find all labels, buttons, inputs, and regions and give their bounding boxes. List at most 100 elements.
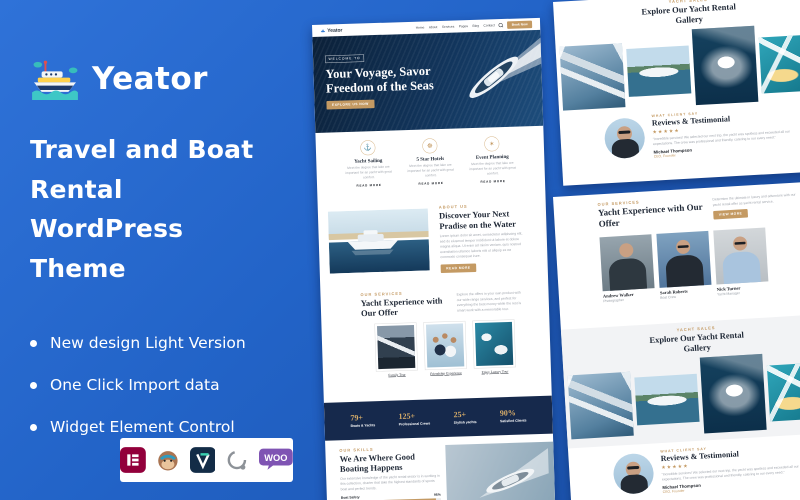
offer-heading: OUR SERVICES Yacht Experience with Our O… [360,290,449,319]
yacht-photo [374,322,417,371]
supported-plugins-strip: WOO [120,438,293,482]
stat-value: 79+ [350,413,375,423]
offer-card: Friendship Experience [423,321,467,376]
gallery-band: YACHT SALES Explore Our Yacht Rental Gal… [561,314,800,449]
hero-content: WELCOME TO Your Voyage, Savor Freedom of… [325,50,447,110]
party-photo [423,321,466,370]
hero-kicker: WELCOME TO [325,54,364,63]
aerial-yacht-photo [472,319,515,368]
offer-card-link[interactable]: Friendship Experience [425,371,467,376]
theme-preview-canvas: { "theme": { "accent": "#c49a63", "navy"… [0,0,800,500]
boating-section: OUR SKILLS We Are Where Good Boating Hap… [325,434,555,500]
testimonial-text: WHAT CLIENT SAY Reviews & Testimonial ★★… [651,106,800,159]
service-title: Event Planning [466,154,518,161]
theme-feature-item: Widget Element Control [30,418,310,436]
nav-link-services[interactable]: Services [442,25,455,29]
theme-feature-list: New design Light Version One Click Impor… [30,334,310,436]
site-brand-boat-icon [320,28,326,33]
stat-item: 25+ Stylish yachts [453,410,476,425]
book-now-button[interactable]: Book Now [507,20,532,28]
gallery-photo-teal-marina[interactable] [767,362,800,422]
marina-photo [328,208,430,273]
gallery-page-screenshot: YACHT SALES Explore Our Yacht Rental Gal… [553,0,800,186]
woo-label: WOO [265,453,288,463]
about-body: Lorem ipsum dolor sit amet, consectetur … [440,232,524,261]
offer-card: Family Tour [374,322,418,377]
homepage-screenshot: Yeator Home About Services Pages Blog Co… [312,18,555,500]
gallery-row [563,350,800,442]
mailchimp-icon [155,447,181,473]
offer-card: Enjoy Luxury Tour [472,319,516,374]
services-page-screenshot: OUR SERVICES Yacht Experience with Our O… [553,181,800,500]
stat-value: 90% [500,408,527,418]
read-more-link[interactable]: READ MORE [356,184,381,188]
gallery-photo-aerial-yacht[interactable] [700,354,767,434]
hero-title: Your Voyage, Savor Freedom of the Seas [325,63,446,96]
service-card: ☸ 5 Star Hotels Meet the degree that lak… [404,138,458,195]
hero-cta-button[interactable]: Explore Us Now [326,100,374,110]
skill-label: Boat Safety [341,496,360,500]
gallery-photo-marina[interactable] [568,372,634,440]
bullet-dot-icon [30,382,37,389]
offer-card-link[interactable]: Family Tour [376,372,418,377]
offer-body: Explore the offers in your own product w… [456,290,527,316]
service-title: Yacht Sailing [342,157,394,164]
stat-item: 90% Satisfied Clients [500,408,527,423]
about-cta-button[interactable]: Read More [441,263,477,273]
sparkle-icon: ✶ [484,136,499,151]
hero-section: WELCOME TO Your Voyage, Savor Freedom of… [312,30,543,133]
site-brand[interactable]: Yeator [320,27,342,33]
team-row: Andrew Walker Photographer Sarah Roberts… [555,216,800,306]
boating-title: We Are Where Good Boating Happens [339,451,440,475]
nav-link-blog[interactable]: Blog [472,24,479,28]
offer-card-link[interactable]: Enjoy Luxury Tour [474,369,516,374]
gallery-photo-aerial-yacht[interactable] [692,26,759,105]
gallery-photo-coast-yacht[interactable] [634,374,699,426]
service-desc: Meet the degree that lake are important … [466,161,518,177]
gallery-photo-coast-yacht[interactable] [626,45,691,96]
nav-link-pages[interactable]: Pages [459,24,468,28]
elementor-icon [120,447,146,473]
site-nav: Home About Services Pages Blog Contact [416,24,495,30]
skill-value: 95% [434,493,441,497]
service-title: 5 Star Hotels [404,156,456,163]
gallery-photo-marina[interactable] [559,43,625,110]
read-more-link[interactable]: READ MORE [418,182,443,186]
stat-label: Satisfied Clients [500,419,527,423]
testimonial-avatar [612,452,654,494]
offer-section: OUR SERVICES Yacht Experience with Our O… [320,282,551,393]
gallery-row [555,22,800,113]
nav-link-contact[interactable]: Contact [483,24,494,28]
theme-title: Travel and Boat Rental WordPress Theme [30,130,284,288]
gallery-photo-teal-marina[interactable] [759,34,800,93]
services-row: ⚓ Yacht Sailing Meet the degree that lak… [315,126,545,197]
brand-logo: Yeator [30,58,310,100]
team-member-photo [599,234,654,291]
theme-feature-item: One Click Import data [30,376,310,394]
team-member-card: Sarah Roberts Boat Crew [656,231,712,300]
stat-label: Stylish yachts [454,421,477,425]
view-more-button[interactable]: View More [713,209,748,220]
promo-left-panel: Yeator Travel and Boat Rental WordPress … [0,0,310,500]
theme-feature-label: Widget Element Control [50,418,235,436]
read-more-link[interactable]: READ MORE [480,180,505,184]
about-title: Discover Your Next Pradise on the Water [439,209,523,232]
service-desc: Meet the degree that lake are important … [342,164,394,180]
stat-item: 79+ Boats & Yachts [350,413,375,428]
search-icon[interactable] [499,23,504,28]
nav-link-about[interactable]: About [429,25,438,29]
about-text: ABOUT US Discover Your Next Pradise on t… [439,203,524,273]
helm-icon: ☸ [422,138,437,153]
theme-feature-label: New design Light Version [50,334,246,352]
team-member-card: Nick Turner Yacht Manager [713,228,769,297]
team-member-card: Andrew Walker Photographer [599,234,655,303]
theme-feature-label: One Click Import data [50,376,220,394]
team-member-photo [656,231,711,288]
stat-label: Professional Crews [399,422,431,426]
forminator-icon [190,447,216,473]
stat-label: Boats & Yachts [351,424,376,428]
speeding-yacht-photo [445,442,555,500]
site-brand-text: Yeator [327,27,342,33]
nav-link-home[interactable]: Home [416,26,425,30]
service-desc: Meet the degree that lake are important … [404,163,456,179]
